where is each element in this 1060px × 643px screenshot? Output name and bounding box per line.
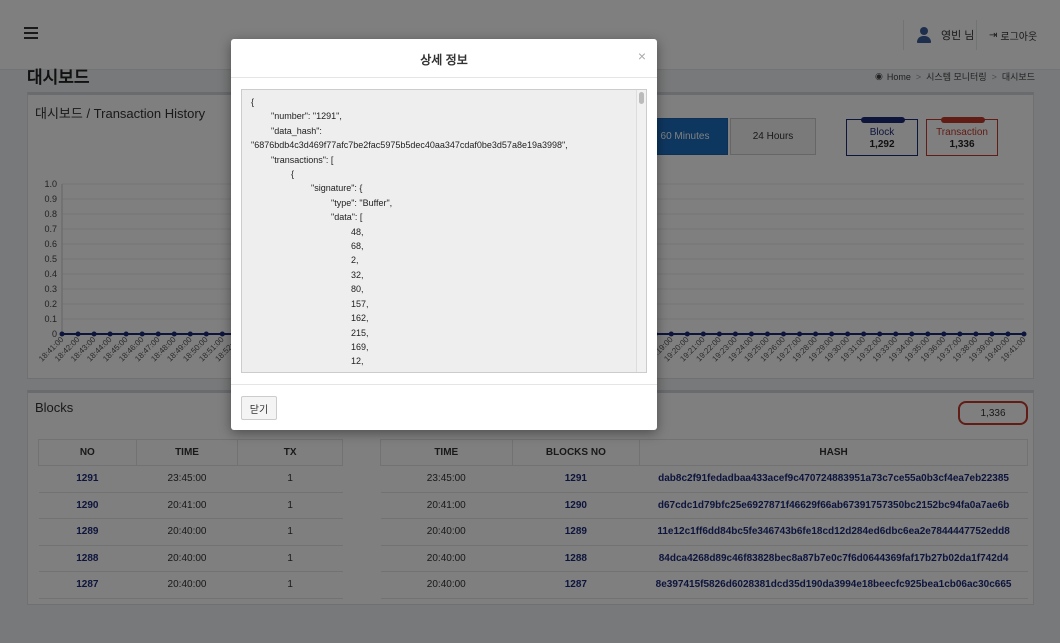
json-line: "transactions": [: [251, 154, 334, 165]
json-line: {: [251, 169, 295, 180]
detail-modal: 상세 정보 × { "number": "1291", "data_hash":…: [231, 39, 657, 430]
modal-title: 상세 정보: [420, 53, 468, 67]
json-line: 32,: [251, 269, 364, 280]
json-line: 48,: [251, 226, 364, 237]
json-line: {: [251, 97, 255, 107]
json-content: { "number": "1291", "data_hash": "6876bdb…: [242, 90, 646, 372]
scrollbar-thumb[interactable]: [639, 92, 644, 104]
json-line: 162,: [251, 313, 369, 324]
json-line: "number": "1291",: [251, 111, 342, 122]
json-line: 2,: [251, 255, 359, 266]
close-button[interactable]: 닫기: [241, 396, 277, 420]
json-line: "6876bdb4c3d469f77afc7be2fac5975b5dec40a…: [251, 140, 568, 151]
json-line: "type": "Buffer",: [251, 197, 393, 208]
json-line: 169,: [251, 341, 369, 352]
json-line: "data_hash":: [251, 125, 322, 136]
json-line: "signature": {: [251, 183, 363, 194]
json-line: 80,: [251, 284, 364, 295]
json-line: "data": [: [251, 212, 363, 223]
json-line: 154,: [251, 369, 636, 372]
modal-header: 상세 정보 ×: [231, 39, 657, 78]
close-icon[interactable]: ×: [638, 48, 646, 64]
json-detail-textarea[interactable]: { "number": "1291", "data_hash": "6876bdb…: [241, 89, 647, 373]
modal-footer: 닫기: [231, 384, 657, 430]
scrollbar[interactable]: [636, 90, 646, 372]
json-line: 12,: [251, 356, 364, 367]
json-line: 157,: [251, 298, 369, 309]
json-line: 68,: [251, 241, 364, 252]
json-line: 215,: [251, 327, 369, 338]
